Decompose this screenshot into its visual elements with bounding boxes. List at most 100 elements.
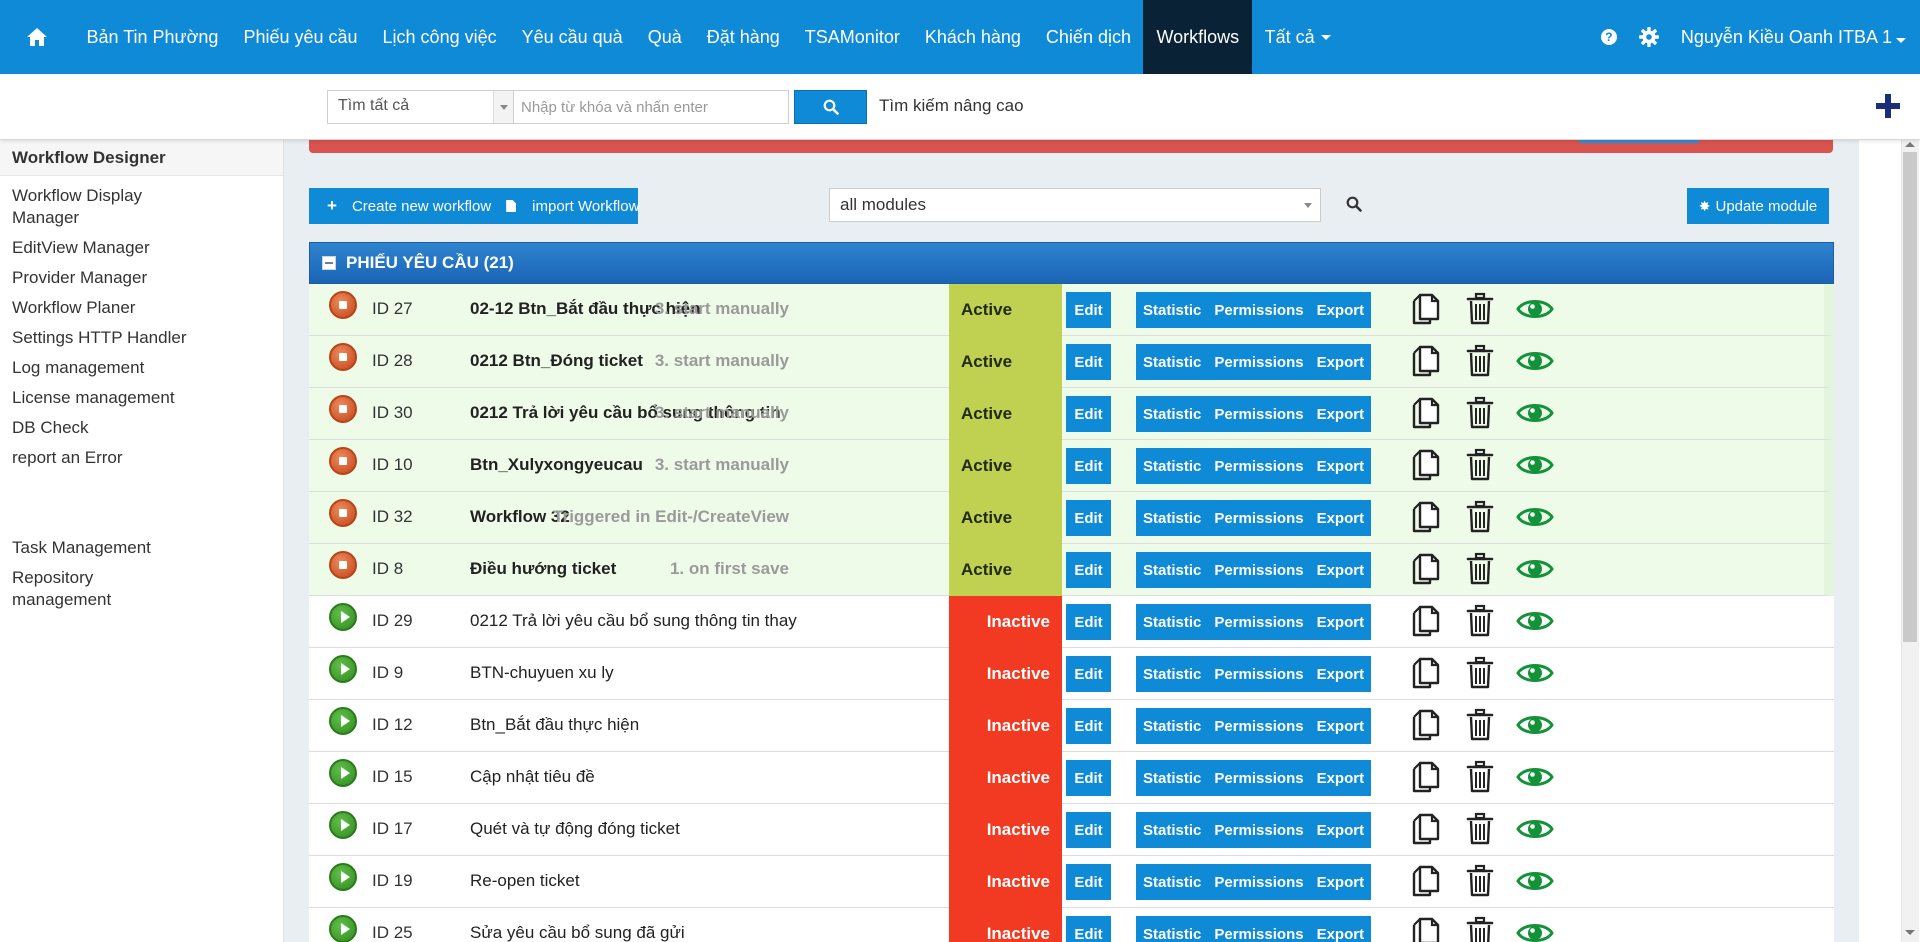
play-icon[interactable] xyxy=(329,603,357,631)
trash-icon[interactable] xyxy=(1466,552,1494,591)
copy-icon[interactable] xyxy=(1408,344,1442,383)
eye-icon[interactable] xyxy=(1516,814,1554,849)
copy-icon[interactable] xyxy=(1408,760,1442,799)
sidebar-item[interactable]: Settings HTTP Handler xyxy=(0,323,200,353)
statistic-button[interactable]: Statistic xyxy=(1136,302,1207,319)
nav-item[interactable]: Lịch công việc xyxy=(370,0,509,74)
collapse-icon[interactable] xyxy=(322,256,336,270)
statistic-button[interactable]: Statistic xyxy=(1136,354,1207,371)
export-button[interactable]: Export xyxy=(1310,614,1371,631)
workflow-name[interactable]: Quét và tự động đóng ticket xyxy=(470,819,680,839)
statistic-button[interactable]: Statistic xyxy=(1136,614,1207,631)
statistic-button[interactable]: Statistic xyxy=(1136,406,1207,423)
copy-icon[interactable] xyxy=(1408,604,1442,643)
nav-item[interactable]: Phiếu yêu cầu xyxy=(231,0,370,74)
eye-icon[interactable] xyxy=(1516,762,1554,797)
eye-icon[interactable] xyxy=(1516,450,1554,485)
eye-icon[interactable] xyxy=(1516,346,1554,381)
edit-button[interactable]: Edit xyxy=(1066,604,1111,640)
statistic-button[interactable]: Statistic xyxy=(1136,822,1207,839)
eye-icon[interactable] xyxy=(1516,658,1554,693)
workflow-name[interactable]: Btn_Xulyxongyeucau xyxy=(470,455,643,475)
workflow-name[interactable]: Re-open ticket xyxy=(470,871,580,891)
trash-icon[interactable] xyxy=(1466,812,1494,851)
workflow-name[interactable]: Btn_Bắt đầu thực hiện xyxy=(470,715,639,735)
workflow-name[interactable]: Điều hướng ticket xyxy=(470,559,616,579)
stop-icon[interactable] xyxy=(329,343,357,371)
copy-icon[interactable] xyxy=(1408,396,1442,435)
permissions-button[interactable]: Permissions xyxy=(1207,718,1309,735)
trash-icon[interactable] xyxy=(1466,604,1494,643)
statistic-button[interactable]: Statistic xyxy=(1136,510,1207,527)
copy-icon[interactable] xyxy=(1408,812,1442,851)
play-icon[interactable] xyxy=(329,655,357,683)
scroll-down-icon[interactable] xyxy=(1905,930,1915,935)
stop-icon[interactable] xyxy=(329,551,357,579)
statistic-button[interactable]: Statistic xyxy=(1136,926,1207,942)
eye-icon[interactable] xyxy=(1516,294,1554,329)
sidebar-item[interactable]: Workflow Display Manager xyxy=(0,181,200,233)
sidebar-item[interactable]: Provider Manager xyxy=(0,263,200,293)
play-icon[interactable] xyxy=(329,759,357,787)
scrollbar-thumb[interactable] xyxy=(1903,152,1917,642)
nav-item[interactable]: Tất cả xyxy=(1252,0,1343,74)
status-badge[interactable]: Active xyxy=(949,544,1062,596)
trash-icon[interactable] xyxy=(1466,916,1494,942)
help-icon[interactable]: ? xyxy=(1600,29,1617,45)
export-button[interactable]: Export xyxy=(1310,458,1371,475)
eye-icon[interactable] xyxy=(1516,502,1554,537)
edit-button[interactable]: Edit xyxy=(1066,292,1111,328)
status-badge[interactable]: Inactive xyxy=(949,700,1062,752)
stop-icon[interactable] xyxy=(329,447,357,475)
edit-button[interactable]: Edit xyxy=(1066,344,1111,380)
trash-icon[interactable] xyxy=(1466,448,1494,487)
workflow-name[interactable]: 0212 Trả lời yêu cầu bổ sung thông tin t… xyxy=(470,611,797,631)
copy-icon[interactable] xyxy=(1408,916,1442,942)
statistic-button[interactable]: Statistic xyxy=(1136,718,1207,735)
export-button[interactable]: Export xyxy=(1310,510,1371,527)
play-icon[interactable] xyxy=(329,707,357,735)
status-badge[interactable]: Inactive xyxy=(949,856,1062,908)
permissions-button[interactable]: Permissions xyxy=(1207,406,1309,423)
workflow-name[interactable]: Cập nhật tiêu đề xyxy=(470,767,595,787)
user-menu[interactable]: Nguyễn Kiều Oanh ITBA 1 xyxy=(1681,27,1906,48)
edit-button[interactable]: Edit xyxy=(1066,812,1111,848)
nav-item[interactable]: Workflows xyxy=(1143,0,1253,74)
copy-icon[interactable] xyxy=(1408,864,1442,903)
export-button[interactable]: Export xyxy=(1310,926,1371,942)
export-button[interactable]: Export xyxy=(1310,562,1371,579)
eye-icon[interactable] xyxy=(1516,554,1554,589)
copy-icon[interactable] xyxy=(1408,448,1442,487)
trash-icon[interactable] xyxy=(1466,656,1494,695)
sidebar-item[interactable]: DB Check xyxy=(0,413,200,443)
permissions-button[interactable]: Permissions xyxy=(1207,770,1309,787)
permissions-button[interactable]: Permissions xyxy=(1207,562,1309,579)
advanced-search-link[interactable]: Tìm kiếm nâng cao xyxy=(879,96,1024,116)
workflow-name[interactable]: BTN-chuyuen xu ly xyxy=(470,663,614,683)
permissions-button[interactable]: Permissions xyxy=(1207,822,1309,839)
status-badge[interactable]: Inactive xyxy=(949,752,1062,804)
permissions-button[interactable]: Permissions xyxy=(1207,874,1309,891)
alert-button[interactable] xyxy=(1579,140,1699,143)
sidebar-item[interactable]: Log management xyxy=(0,353,200,383)
export-button[interactable]: Export xyxy=(1310,302,1371,319)
sidebar-item[interactable]: License management xyxy=(0,383,200,413)
edit-button[interactable]: Edit xyxy=(1066,500,1111,536)
status-badge[interactable]: Active xyxy=(949,440,1062,492)
export-button[interactable]: Export xyxy=(1310,770,1371,787)
status-badge[interactable]: Inactive xyxy=(949,804,1062,856)
stop-icon[interactable] xyxy=(329,499,357,527)
group-header[interactable]: PHIẾU YÊU CẦU (21) xyxy=(309,242,1834,284)
nav-item[interactable]: Quà xyxy=(635,0,694,74)
trash-icon[interactable] xyxy=(1466,864,1494,903)
nav-item[interactable]: Yêu cầu quà xyxy=(509,0,635,74)
search-scope-select[interactable]: Tìm tất cả xyxy=(327,90,514,124)
edit-button[interactable]: Edit xyxy=(1066,396,1111,432)
home-icon[interactable] xyxy=(0,0,74,74)
edit-button[interactable]: Edit xyxy=(1066,448,1111,484)
status-badge[interactable]: Active xyxy=(949,336,1062,388)
workflow-name[interactable]: Sửa yêu cầu bổ sung đã gửi xyxy=(470,923,685,942)
trash-icon[interactable] xyxy=(1466,760,1494,799)
sidebar-item[interactable]: report an Error xyxy=(0,443,200,473)
play-icon[interactable] xyxy=(329,915,357,942)
